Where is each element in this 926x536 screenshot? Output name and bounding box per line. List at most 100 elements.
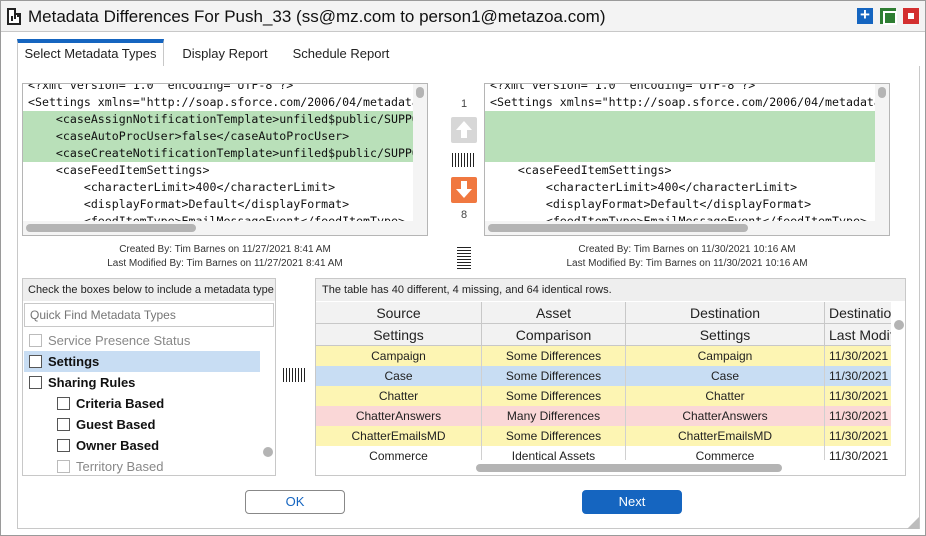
metadata-type-item[interactable]: Settings — [24, 351, 260, 372]
checkbox[interactable] — [57, 439, 70, 452]
tab-select-metadata-types[interactable]: Select Metadata Types — [17, 39, 164, 67]
column-header[interactable]: Settings — [626, 324, 825, 346]
comparison-cell: Some Differences — [482, 366, 626, 386]
scroll-thumb[interactable] — [416, 87, 424, 98]
metadata-type-tree: Service Presence Status Settings Sharing R… — [24, 330, 260, 475]
metadata-type-label: Settings — [48, 354, 100, 369]
source-xml-hscroll[interactable] — [23, 221, 427, 235]
pane-splitter-grip-icon[interactable] — [452, 153, 476, 167]
last-modified-cell: 11/30/2021 — [825, 446, 892, 460]
comparison-cell: Identical Assets — [482, 446, 626, 460]
maximize-icon[interactable] — [857, 5, 873, 25]
destination-meta: Created By: Tim Barnes on 11/30/2021 10:… — [484, 243, 890, 271]
source-modified-by: Last Modified By: Tim Barnes on 11/27/20… — [107, 258, 343, 269]
metadata-type-item[interactable]: Service Presence Status — [24, 330, 260, 351]
checkbox[interactable] — [57, 397, 70, 410]
xml-line: <caseAssignNotificationTemplate>unfiled$… — [23, 111, 415, 128]
scroll-thumb[interactable] — [26, 224, 196, 232]
title-bar: Metadata Differences For Push_33 (ss@mz.… — [1, 1, 925, 32]
xml-line — [485, 111, 877, 128]
table-row[interactable]: Case Some Differences Case 11/30/2021 — [316, 366, 892, 386]
column-header[interactable]: Asset — [482, 302, 626, 324]
scroll-thumb[interactable] — [476, 464, 782, 472]
scroll-thumb[interactable] — [488, 224, 748, 232]
horizontal-splitter-grip-icon[interactable] — [457, 245, 471, 269]
source-xml-lines: <?xml version="1.0" encoding="UTF-8"?> <S… — [23, 83, 415, 230]
table-row[interactable]: Chatter Some Differences Chatter 11/30/2021 — [316, 386, 892, 406]
destination-xml-hscroll[interactable] — [485, 221, 889, 235]
checkbox[interactable] — [57, 460, 70, 473]
xml-line: <?xml version="1.0" encoding="UTF-8"?> — [490, 83, 756, 92]
table-row[interactable]: Campaign Some Differences Campaign 11/30/20… — [316, 346, 892, 366]
comparison-cell: Some Differences — [482, 346, 626, 366]
scroll-thumb[interactable] — [878, 87, 886, 98]
column-header[interactable]: Comparison — [482, 324, 626, 346]
column-header[interactable]: Last Modified — [825, 324, 892, 346]
previous-diff-arrow-up-icon[interactable] — [451, 117, 477, 143]
table-summary: The table has 40 different, 4 missing, a… — [316, 279, 905, 301]
table-vscroll[interactable] — [891, 302, 905, 462]
metadata-type-item[interactable]: Owner Based — [24, 435, 260, 456]
metadata-type-label: Territory Based — [76, 459, 164, 474]
comparison-cell: Some Differences — [482, 426, 626, 446]
report-icon — [7, 8, 21, 25]
xml-line: <caseAutoProcUser>false</caseAutoProcUse… — [23, 128, 415, 145]
quick-find-input[interactable] — [24, 303, 274, 327]
table-row[interactable]: ChatterEmailsMD Some Differences ChatterEm… — [316, 426, 892, 446]
scroll-thumb[interactable] — [894, 320, 904, 330]
next-diff-arrow-down-icon[interactable] — [451, 177, 477, 203]
table-hscroll[interactable] — [316, 461, 905, 475]
metadata-type-item[interactable]: Territory Based — [24, 456, 260, 475]
metadata-type-vscroll[interactable] — [260, 330, 274, 475]
xml-line — [485, 128, 877, 145]
source-cell: Campaign — [316, 346, 482, 366]
checkbox[interactable] — [29, 355, 42, 368]
comparison-table: SourceAssetDestinationDestinationSetting… — [316, 302, 892, 460]
xml-line: <displayFormat>Default</displayFormat> — [28, 197, 350, 211]
last-modified-cell: 11/30/2021 — [825, 366, 892, 386]
ok-button[interactable]: OK — [245, 490, 345, 514]
checkbox[interactable] — [57, 418, 70, 431]
comparison-table-panel: The table has 40 different, 4 missing, a… — [315, 278, 906, 476]
destination-cell: Commerce — [626, 446, 825, 460]
destination-xml-pane[interactable]: <?xml version="1.0" encoding="UTF-8"?> <S… — [484, 83, 890, 236]
metadata-type-item[interactable]: Criteria Based — [24, 393, 260, 414]
checkbox[interactable] — [29, 334, 42, 347]
next-button[interactable]: Next — [582, 490, 682, 514]
xml-line: <caseFeedItemSettings> — [490, 163, 672, 177]
destination-xml-vscroll[interactable] — [875, 84, 889, 222]
source-created-by: Created By: Tim Barnes on 11/27/2021 8:4… — [119, 244, 331, 255]
xml-line: <?xml version="1.0" encoding="UTF-8"?> — [28, 83, 294, 92]
column-header[interactable]: Source — [316, 302, 482, 324]
list-splitter-grip-icon[interactable] — [283, 368, 307, 382]
last-modified-cell: 11/30/2021 — [825, 346, 892, 366]
source-xml-pane[interactable]: <?xml version="1.0" encoding="UTF-8"?> <S… — [22, 83, 428, 236]
close-icon[interactable] — [903, 8, 919, 24]
destination-created-by: Created By: Tim Barnes on 11/30/2021 10:… — [578, 244, 796, 255]
column-header[interactable]: Destination — [626, 302, 825, 324]
table-row[interactable]: Commerce Identical Assets Commerce 11/30/20… — [316, 446, 892, 460]
metadata-type-item[interactable]: Guest Based — [24, 414, 260, 435]
xml-line: <characterLimit>400</characterLimit> — [490, 180, 798, 194]
scroll-thumb[interactable] — [263, 447, 273, 457]
tab-schedule-report[interactable]: Schedule Report — [285, 39, 397, 67]
column-header[interactable]: Destination — [825, 302, 892, 324]
dialog-window: Metadata Differences For Push_33 (ss@mz.… — [0, 0, 926, 536]
metadata-type-panel: Check the boxes below to include a metad… — [22, 278, 276, 476]
metadata-type-label: Criteria Based — [76, 396, 165, 411]
metadata-type-label: Guest Based — [76, 417, 156, 432]
column-header[interactable]: Settings — [316, 324, 482, 346]
table-row[interactable]: ChatterAnswers Many Differences ChatterAns… — [316, 406, 892, 426]
destination-cell: ChatterAnswers — [626, 406, 825, 426]
xml-line: <caseCreateNotificationTemplate>unfiled$… — [23, 145, 415, 162]
comparison-cell: Many Differences — [482, 406, 626, 426]
resize-grip-icon[interactable] — [907, 517, 919, 529]
tab-display-report[interactable]: Display Report — [173, 39, 277, 67]
xml-line: <Settings xmlns="http://soap.sforce.com/… — [490, 95, 877, 109]
last-modified-cell: 11/30/2021 — [825, 426, 892, 446]
restore-icon[interactable] — [880, 8, 897, 25]
destination-modified-by: Last Modified By: Tim Barnes on 11/30/20… — [566, 258, 808, 269]
metadata-type-item[interactable]: Sharing Rules — [24, 372, 260, 393]
checkbox[interactable] — [29, 376, 42, 389]
source-xml-vscroll[interactable] — [413, 84, 427, 222]
